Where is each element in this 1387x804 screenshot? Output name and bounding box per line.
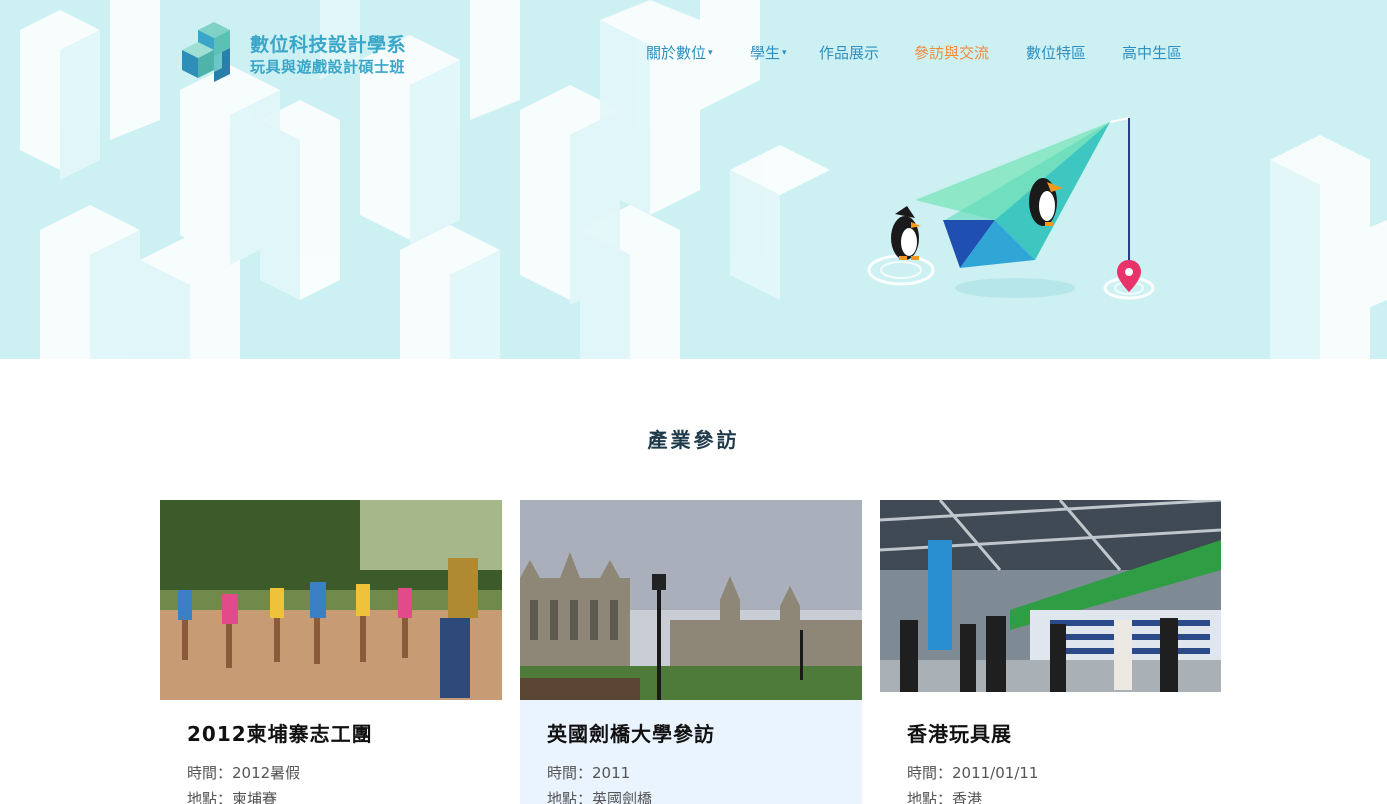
- visit-card[interactable]: 香港玩具展 時間：2011/01/11 地點：香港: [880, 500, 1221, 804]
- card-place: 地點：英國劍橋: [547, 790, 653, 804]
- chevron-down-icon: ▾: [708, 47, 713, 58]
- card-title[interactable]: 2012柬埔寨志工團: [187, 718, 373, 747]
- penguin-icon: [891, 206, 921, 260]
- nav-students[interactable]: 學生 ▾: [750, 42, 787, 63]
- nav-visits[interactable]: 參訪與交流: [914, 42, 989, 63]
- toy-fair-booth-photo: [880, 500, 1221, 692]
- logo-line-1: 數位科技設計學系: [250, 34, 407, 56]
- visit-card[interactable]: 2012柬埔寨志工團 時間：2012暑假 地點：柬埔賽: [160, 500, 502, 804]
- chevron-down-icon: ▾: [782, 47, 787, 58]
- nav-about-label: 關於數位: [646, 44, 707, 62]
- map-pin-icon: [1117, 260, 1141, 292]
- card-time: 時間：2011: [547, 764, 631, 782]
- nav-works[interactable]: 作品展示: [819, 42, 879, 63]
- cambridge-college-photo: [520, 500, 862, 700]
- card-place: 地點：柬埔賽: [187, 790, 278, 804]
- nav-about[interactable]: 關於數位 ▾: [646, 42, 713, 63]
- cube-logo-icon: [182, 22, 230, 82]
- card-place: 地點：香港: [907, 790, 983, 804]
- nav-highschool[interactable]: 高中生區: [1122, 42, 1182, 63]
- card-time: 時間：2012暑假: [187, 764, 301, 782]
- hero-banner: 數位科技設計學系 玩具與遊戲設計碩士班 關於數位 ▾ 學生 ▾ 作品展示 參訪與交流…: [0, 0, 1387, 359]
- children-dancing-photo: [160, 500, 502, 700]
- card-title[interactable]: 香港玩具展: [907, 718, 1012, 747]
- visit-card[interactable]: 英國劍橋大學參訪 時間：2011 地點：英國劍橋: [520, 500, 862, 804]
- paper-plane-illustration: [867, 117, 1155, 300]
- card-time: 時間：2011/01/11: [907, 764, 1039, 782]
- site-logo[interactable]: 數位科技設計學系 玩具與遊戲設計碩士班: [180, 22, 420, 86]
- section-title: 產業參訪: [647, 428, 740, 452]
- nav-digital-zone[interactable]: 數位特區: [1026, 42, 1086, 63]
- card-title[interactable]: 英國劍橋大學參訪: [547, 718, 715, 747]
- logo-line-2: 玩具與遊戲設計碩士班: [250, 58, 406, 76]
- nav-students-label: 學生: [750, 44, 781, 62]
